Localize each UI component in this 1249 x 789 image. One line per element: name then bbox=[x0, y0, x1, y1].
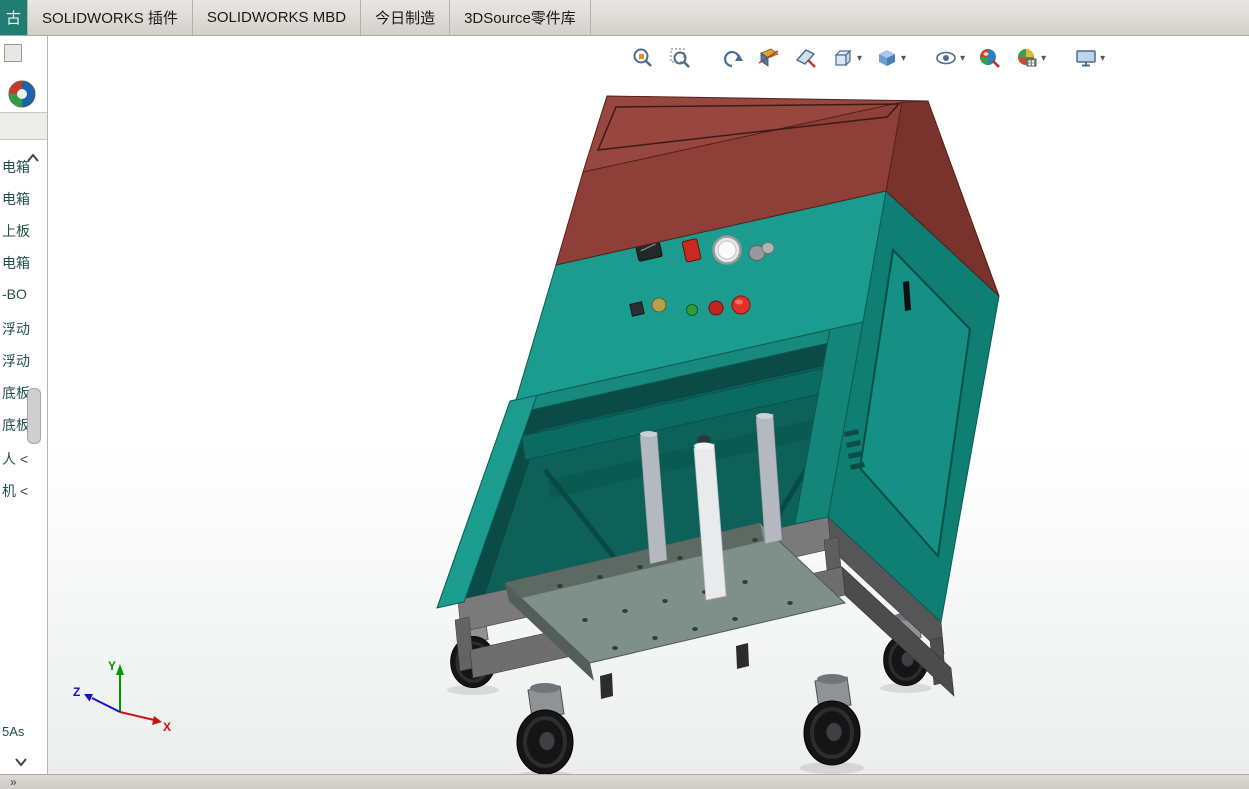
dynamic-annotation-views-icon bbox=[795, 49, 816, 68]
dropdown-caret-icon[interactable]: ▾ bbox=[960, 53, 965, 64]
monitor-icon bbox=[1076, 50, 1096, 67]
apply-scene-button[interactable]: ▾ bbox=[1012, 43, 1049, 73]
apply-scene-icon bbox=[1018, 49, 1037, 67]
feature-manager-panel: 电箱 电箱 上板 电箱 -BO 浮动 浮动 底板 底板 人 < 机 < 5As bbox=[0, 35, 48, 775]
previous-view-icon bbox=[723, 50, 743, 68]
tree-item[interactable]: 人 < bbox=[2, 449, 47, 471]
3d-model-machine[interactable] bbox=[0, 0, 1249, 789]
heads-up-toolbar: ▾ ▾ ▾ ▾ ▾ bbox=[628, 42, 1108, 74]
emergency-stop-button[interactable] bbox=[731, 295, 751, 315]
zoom-to-area-button[interactable] bbox=[665, 43, 695, 73]
appearance-ball-icon[interactable] bbox=[6, 78, 38, 110]
selector-button-yellow[interactable] bbox=[651, 297, 667, 313]
leveling-foot bbox=[736, 643, 749, 669]
indicator-green[interactable] bbox=[686, 304, 698, 316]
section-view-button[interactable] bbox=[754, 43, 784, 73]
triad-y-axis[interactable]: Y bbox=[108, 659, 124, 712]
eye-icon bbox=[936, 51, 956, 65]
tree-item-bottom[interactable]: 5As bbox=[2, 724, 24, 739]
dropdown-caret-icon[interactable]: ▾ bbox=[1041, 53, 1046, 64]
tree-item[interactable]: -BO bbox=[2, 286, 47, 308]
tree-item[interactable]: 电箱 bbox=[2, 157, 47, 179]
panel-icon[interactable] bbox=[4, 44, 22, 62]
dropdown-caret-icon[interactable]: ▾ bbox=[901, 53, 906, 64]
tree-item[interactable]: 电箱 bbox=[2, 253, 47, 275]
zoom-to-fit-button[interactable] bbox=[628, 43, 658, 73]
command-manager-tabbar: 古 SOLIDWORKS 插件 SOLIDWORKS MBD 今日制造 3DSo… bbox=[0, 0, 1249, 36]
edit-appearance-icon bbox=[980, 49, 1001, 68]
tab-clipped[interactable]: 古 bbox=[0, 0, 29, 35]
zoom-to-fit-icon bbox=[633, 48, 652, 67]
triad-x-axis[interactable]: X bbox=[119, 711, 171, 734]
svg-text:X: X bbox=[163, 720, 171, 734]
tree-item[interactable]: 上板 bbox=[2, 221, 47, 243]
tree-item[interactable]: 浮动 bbox=[2, 351, 47, 373]
zoom-to-area-icon bbox=[670, 48, 690, 68]
tab-today-manufacturing[interactable]: 今日制造 bbox=[361, 0, 451, 35]
view-orientation-button[interactable]: ▾ bbox=[828, 43, 865, 73]
dynamic-annotation-views-button[interactable] bbox=[791, 43, 821, 73]
edit-appearance-button[interactable] bbox=[975, 43, 1005, 73]
status-bar: » bbox=[0, 774, 1249, 789]
tree-scroll-down-icon[interactable] bbox=[14, 757, 28, 767]
tree-item[interactable]: 底板 bbox=[2, 415, 47, 437]
hide-show-items-button[interactable]: ▾ bbox=[931, 43, 968, 73]
tab-solidworks-addins[interactable]: SOLIDWORKS 插件 bbox=[28, 0, 193, 35]
svg-text:Y: Y bbox=[108, 659, 116, 673]
view-settings-button[interactable]: ▾ bbox=[1071, 43, 1108, 73]
dropdown-caret-icon[interactable]: ▾ bbox=[857, 53, 862, 64]
leveling-foot bbox=[600, 673, 613, 699]
dropdown-caret-icon[interactable]: ▾ bbox=[1100, 53, 1105, 64]
tab-3dsource-parts-library[interactable]: 3DSource零件库 bbox=[450, 0, 591, 35]
display-style-icon bbox=[879, 50, 896, 66]
display-style-button[interactable]: ▾ bbox=[872, 43, 909, 73]
panel-tab-strip[interactable] bbox=[0, 112, 47, 140]
caster-wheel-front-left[interactable] bbox=[515, 681, 575, 776]
solidworks-window: 古 SOLIDWORKS 插件 SOLIDWORKS MBD 今日制造 3DSo… bbox=[0, 0, 1249, 789]
svg-text:Z: Z bbox=[73, 685, 80, 699]
tree-scrollbar-thumb[interactable] bbox=[27, 388, 41, 444]
triad-z-axis[interactable]: Z bbox=[73, 685, 121, 713]
tree-item[interactable]: 底板 bbox=[2, 383, 47, 405]
tab-solidworks-mbd[interactable]: SOLIDWORKS MBD bbox=[193, 0, 362, 35]
orientation-triad[interactable]: Y X Z bbox=[72, 650, 172, 735]
previous-view-button[interactable] bbox=[717, 43, 747, 73]
tree-item[interactable]: 机 < bbox=[2, 481, 47, 503]
section-view-icon bbox=[758, 48, 779, 67]
view-orientation-icon bbox=[834, 49, 852, 67]
tree-item[interactable]: 浮动 bbox=[2, 319, 47, 341]
status-expand-chevron[interactable]: » bbox=[10, 775, 17, 789]
push-button-red[interactable] bbox=[708, 300, 724, 316]
tree-item[interactable]: 电箱 bbox=[2, 189, 47, 211]
caster-wheel-front-right[interactable] bbox=[802, 672, 862, 767]
